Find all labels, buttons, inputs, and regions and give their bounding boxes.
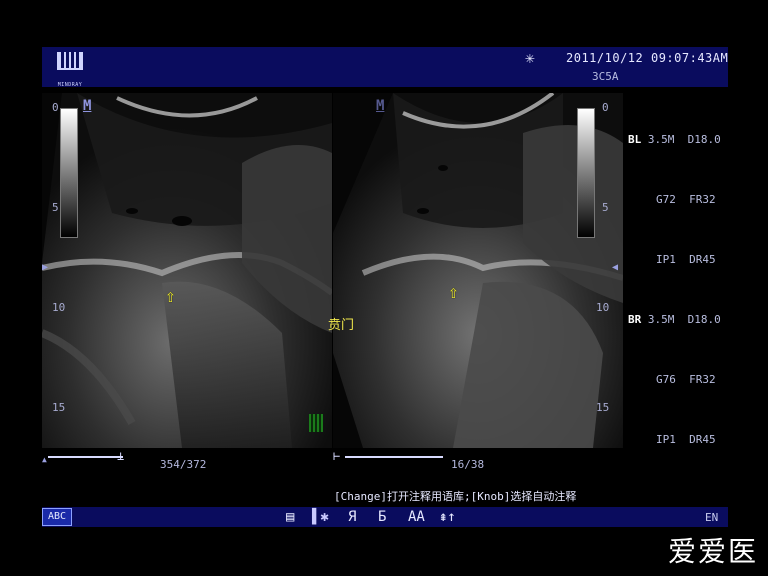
- depth-15-right: 15: [596, 401, 610, 414]
- annotation-hint: [Change]打开注释用语库;[Knob]选择自动注释: [334, 490, 577, 503]
- focus-marker-left[interactable]: ▶: [42, 262, 48, 273]
- orientation-mark-right: M: [376, 98, 385, 114]
- freeze-icon[interactable]: ✳: [525, 48, 535, 67]
- flip-text-icon[interactable]: Я: [348, 508, 356, 526]
- brand-label: MINDRAY: [57, 82, 83, 88]
- grayscale-bar-left: [60, 108, 78, 238]
- cine-timeline-right[interactable]: [345, 456, 443, 458]
- cine-start-left[interactable]: ▲: [42, 455, 47, 464]
- params-left-tag: BL: [628, 133, 642, 146]
- annotation-arrow-left[interactable]: ⇧: [165, 286, 176, 307]
- language-indicator[interactable]: EN: [705, 511, 718, 524]
- annotation-arrow-right[interactable]: ⇧: [448, 282, 459, 303]
- params-right-line3: IP1 DR45: [656, 433, 716, 446]
- params-left-line2: G72 FR32: [656, 193, 716, 206]
- depth-10-left: 10: [52, 301, 66, 314]
- watermark: 爱爱医: [668, 535, 759, 568]
- scan-left: [42, 93, 332, 448]
- grayscale-bar-right: [577, 108, 595, 238]
- params-left-line1: BL 3.5M D18.0: [628, 133, 721, 146]
- mindray-logo-icon: [57, 52, 83, 70]
- depth-0-left: 0: [52, 101, 59, 114]
- ultrasound-image-left[interactable]: [42, 93, 332, 448]
- cine-cursor-right[interactable]: ⊢: [333, 449, 340, 463]
- arrow-tool-icon[interactable]: ⇞↑: [439, 508, 456, 526]
- date-time: 2011/10/12 09:07:43AM: [566, 51, 729, 65]
- cine-cursor-left[interactable]: ⊥: [117, 449, 124, 463]
- b-icon[interactable]: Ƃ: [378, 508, 386, 526]
- params-left-line3: IP1 DR45: [656, 253, 716, 266]
- depth-0-right: 0: [602, 101, 609, 114]
- mindray-logo: MINDRAY: [50, 52, 90, 88]
- params-right-line2: G76 FR32: [656, 373, 716, 386]
- notes-icon[interactable]: ▤: [286, 508, 294, 526]
- depth-15-left: 15: [52, 401, 66, 414]
- frame-count-right: 16/38: [451, 458, 485, 471]
- depth-5-right: 5: [602, 201, 609, 214]
- params-left-block: BL 3.5M D18.0 G72 FR32 IP1 DR45 BR 3.5M …: [628, 90, 721, 470]
- params-right-tag: BR: [628, 313, 642, 326]
- probe-model: 3C5A: [592, 70, 619, 83]
- frame-count-left: 354/372: [160, 458, 207, 471]
- cine-timeline-left[interactable]: [48, 456, 123, 458]
- font-size-icon[interactable]: AA: [408, 508, 425, 526]
- depth-5-left: 5: [52, 201, 59, 214]
- focus-marker-right[interactable]: ◀: [612, 262, 618, 273]
- depth-10-right: 10: [596, 301, 610, 314]
- orientation-mark-left: M: [83, 98, 92, 114]
- abc-text-button[interactable]: ABC: [42, 508, 72, 526]
- marker-icon[interactable]: ▌✱: [312, 508, 329, 526]
- annotation-text[interactable]: 贲门: [328, 314, 354, 333]
- green-marker: [309, 414, 323, 432]
- params-right-line1: BR 3.5M D18.0: [628, 313, 721, 326]
